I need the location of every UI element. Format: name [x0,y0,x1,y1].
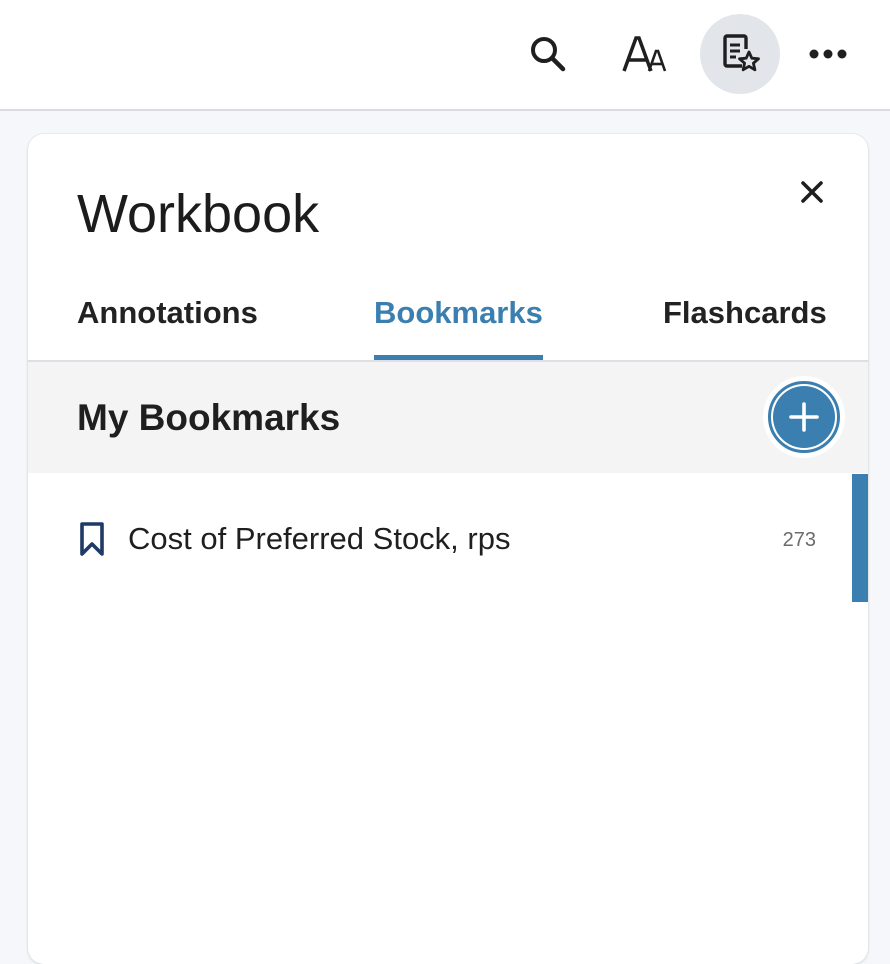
plus-icon [789,402,819,432]
search-icon [531,37,566,72]
more-icon [809,49,847,59]
section-title: My Bookmarks [77,397,341,438]
close-button[interactable] [790,170,834,214]
more-options-button[interactable] [788,14,868,94]
close-icon [801,181,823,203]
font-size-button[interactable] [604,14,684,94]
tab-annotations[interactable]: Annotations [77,292,258,360]
scrollbar-thumb[interactable] [852,474,868,602]
bookmark-list-item[interactable]: Cost of Preferred Stock, rps 273 [28,473,868,603]
panel-title: Workbook [77,184,320,244]
workbook-panel: Workbook Annotations Bookmarks Flashcard… [28,134,868,964]
bookmark-icon [78,521,106,562]
bookmark-page-number: 273 [782,529,816,551]
workbook-icon [723,34,760,72]
tab-flashcards[interactable]: Flashcards [663,292,827,360]
bookmark-title: Cost of Preferred Stock, rps [128,521,511,556]
tab-bar: Annotations Bookmarks Flashcards [28,284,868,362]
search-button[interactable] [508,14,588,94]
add-button-ring [768,381,840,453]
top-toolbar [0,0,890,111]
add-button-fill [773,386,835,448]
font-size-icon [622,36,667,72]
workbook-button[interactable] [700,14,780,94]
add-bookmark-button[interactable] [763,376,845,458]
bookmarks-header: My Bookmarks [28,362,868,473]
tab-bookmarks[interactable]: Bookmarks [374,292,543,360]
